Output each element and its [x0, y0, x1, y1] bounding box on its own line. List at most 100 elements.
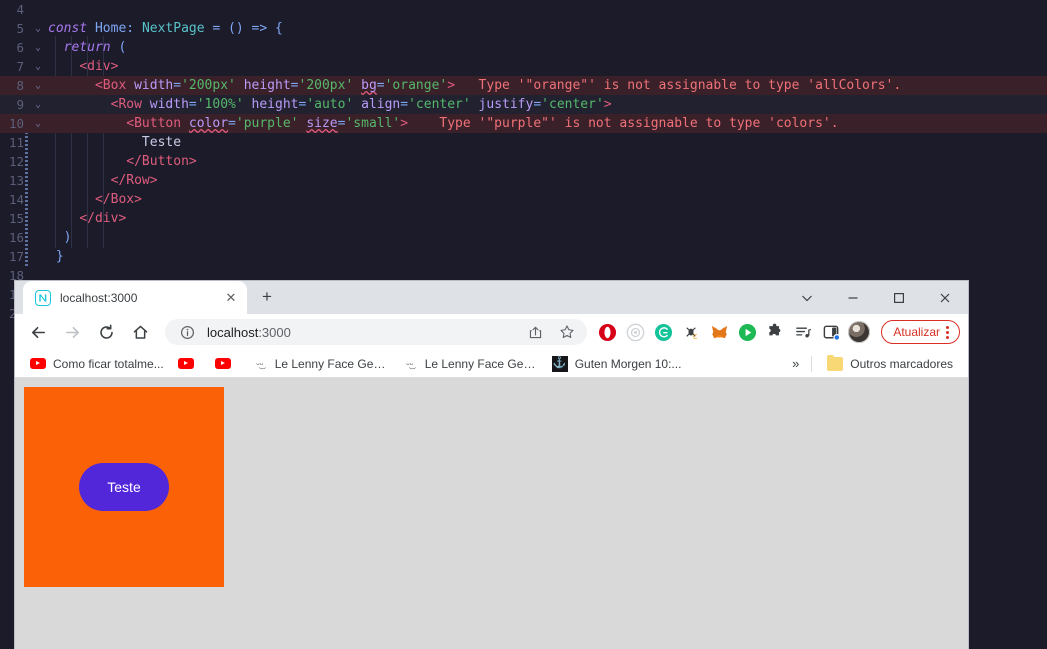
code-line[interactable]: 15 </div> [0, 209, 1047, 228]
browser-tab[interactable]: localhost:3000 ✕ [23, 281, 247, 314]
home-icon[interactable] [125, 317, 155, 347]
code-text: <Button color='purple' size='small'> Typ… [126, 116, 839, 131]
fold-chevron-down-icon[interactable]: ⌄ [30, 38, 46, 57]
other-bookmarks-folder[interactable]: Outros marcadores [820, 354, 960, 373]
browser-window[interactable]: localhost:3000 ✕ + localhost:3000 C Atua… [15, 281, 968, 649]
back-arrow-icon[interactable] [23, 317, 53, 347]
fold-chevron-down-icon[interactable]: ⌄ [30, 76, 46, 95]
line-number: 10 [8, 116, 24, 131]
code-line[interactable]: 10 ⌄ <Button color='purple' size='small'>… [0, 114, 1047, 133]
code-text: </div> [79, 211, 127, 226]
youtube-icon [30, 358, 46, 369]
maximize-button[interactable] [876, 281, 922, 314]
tab-strip: localhost:3000 ✕ + [15, 281, 968, 314]
bookmark-label: Le Lenny Face Gene... [274, 356, 388, 371]
close-window-button[interactable] [922, 281, 968, 314]
side-panel-icon[interactable] [818, 319, 844, 345]
profile-avatar[interactable] [848, 321, 871, 343]
bug-catcher-icon[interactable]: C [678, 319, 704, 345]
tab-search-chevron-down-icon[interactable] [784, 281, 830, 314]
info-circle-icon[interactable] [175, 320, 199, 344]
code-text: <Row width='100%' height='auto' align='c… [110, 97, 612, 112]
bookmarks-overflow-area: » Outros marcadores [788, 354, 960, 373]
youtube-icon [177, 358, 194, 369]
line-number: 6 [16, 40, 24, 55]
lenny-face-icon: ᵕ͜ᵕ [406, 358, 414, 369]
line-number: 14 [8, 192, 24, 207]
code-line[interactable]: 6 ⌄ return ( [0, 38, 1047, 57]
window-controls [784, 281, 968, 314]
code-text: <Box width='200px' height='200px' bg='or… [94, 78, 902, 93]
bookmark-item[interactable]: Como ficar totalme... [23, 355, 171, 373]
kebab-menu-icon[interactable] [946, 325, 955, 339]
code-line[interactable]: 13 </Row> [0, 171, 1047, 190]
address-bar[interactable]: localhost:3000 [165, 319, 588, 345]
reload-icon[interactable] [91, 317, 121, 347]
bookmark-label: Guten Morgen 10:... [574, 356, 682, 371]
line-number: 8 [16, 78, 24, 93]
bookmarks-overflow-icon[interactable]: » [788, 356, 803, 371]
code-text: </Button> [126, 154, 197, 169]
fold-chevron-down-icon[interactable]: ⌄ [30, 19, 46, 38]
other-bookmarks-label: Outros marcadores [850, 356, 953, 371]
folder-icon [827, 354, 844, 371]
code-line[interactable]: 11 Teste [0, 133, 1047, 152]
url-text: localhost:3000 [207, 325, 515, 340]
bookmark-label: Le Lenny Face Gene... [424, 356, 538, 371]
bookmark-item[interactable]: ⚓ Guten Morgen 10:... [545, 354, 689, 374]
minimize-button[interactable] [830, 281, 876, 314]
loom-icon[interactable] [622, 319, 648, 345]
url-path: :3000 [258, 324, 291, 340]
bookmark-label: Como ficar totalme... [53, 356, 164, 371]
line-number: 15 [8, 211, 24, 226]
update-button[interactable]: Atualizar [881, 320, 960, 344]
code-line[interactable]: 17 } [0, 247, 1047, 266]
code-line[interactable]: 9 ⌄ <Row width='100%' height='auto' align… [0, 95, 1047, 114]
opera-vpn-icon[interactable] [594, 319, 620, 345]
svg-text:C: C [693, 333, 698, 341]
metamask-fox-icon[interactable] [706, 319, 732, 345]
anchor-icon: ⚓ [551, 355, 568, 372]
bookmark-item[interactable] [171, 356, 208, 371]
youtube-icon [214, 358, 231, 369]
code-text: ) [63, 230, 72, 245]
fold-chevron-down-icon[interactable]: ⌄ [30, 57, 46, 76]
fold-chevron-down-icon[interactable]: ⌄ [30, 114, 46, 133]
share-icon[interactable] [523, 320, 547, 344]
bookmark-item[interactable] [208, 356, 245, 371]
bookmark-item[interactable]: ᵕ͜ᵕ Le Lenny Face Gene... [245, 354, 395, 374]
code-text: const Home: NextPage = () => { [48, 21, 283, 36]
code-lines: 4 5 ⌄ const Home: NextPage = () => {6 ⌄ retu… [0, 0, 1047, 323]
bookmark-item[interactable]: ᵕ͜ᵕ Le Lenny Face Gene... [395, 354, 545, 374]
url-host: localhost [207, 324, 259, 340]
grammarly-icon[interactable] [650, 319, 676, 345]
code-line[interactable]: 12 </Button> [0, 152, 1047, 171]
code-line[interactable]: 5 ⌄ const Home: NextPage = () => { [0, 19, 1047, 38]
line-number: 4 [16, 2, 24, 17]
code-text: return ( [63, 40, 127, 55]
new-tab-button[interactable]: + [253, 283, 281, 311]
teste-button[interactable]: Teste [79, 463, 169, 511]
forward-arrow-icon[interactable] [57, 317, 87, 347]
star-icon[interactable] [555, 320, 579, 344]
code-line[interactable]: 7 ⌄ <div> [0, 57, 1047, 76]
puzzle-extensions-icon[interactable] [762, 319, 788, 345]
play-green-icon[interactable] [734, 319, 760, 345]
code-line[interactable]: 8 ⌄ <Box width='200px' height='200px' bg=… [0, 76, 1047, 95]
code-text: </Box> [94, 192, 142, 207]
line-number: 5 [16, 21, 24, 36]
update-label: Atualizar [893, 325, 940, 339]
line-number: 9 [16, 97, 24, 112]
code-text: </Row> [110, 173, 158, 188]
fold-chevron-down-icon[interactable]: ⌄ [30, 95, 46, 114]
line-number: 16 [8, 230, 24, 245]
code-line[interactable]: 14 </Box> [0, 190, 1047, 209]
code-line[interactable]: 16 ) [0, 228, 1047, 247]
orange-box: Teste [24, 387, 224, 587]
close-icon[interactable]: ✕ [223, 290, 239, 306]
line-number: 13 [8, 173, 24, 188]
browser-toolbar: localhost:3000 C Atualizar [15, 314, 968, 350]
reading-list-icon[interactable] [790, 319, 816, 345]
code-line[interactable]: 4 [0, 0, 1047, 19]
lenny-face-icon: ᵕ͜ᵕ [256, 358, 264, 369]
